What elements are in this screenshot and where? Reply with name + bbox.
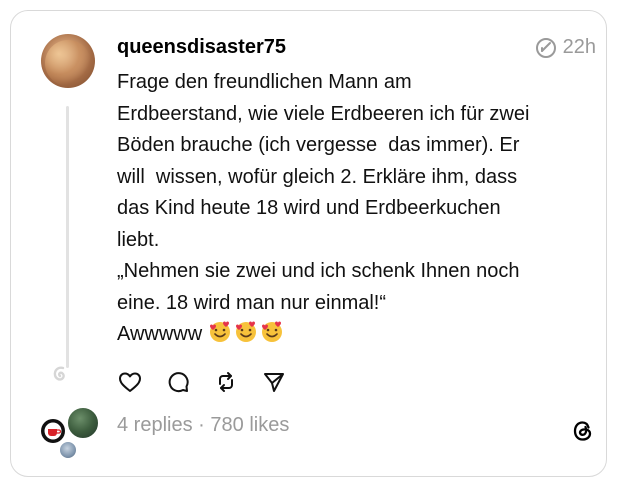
post-stats: 4 replies · 780 likes bbox=[117, 414, 289, 437]
post-line: Erdbeerstand, wie viele Erdbeeren ich fü… bbox=[117, 102, 530, 125]
action-bar bbox=[117, 369, 287, 395]
replier-avatar bbox=[58, 440, 78, 460]
replier-avatar bbox=[66, 406, 100, 440]
thread-line bbox=[66, 106, 69, 368]
post-line: „Nehmen sie zwei und ich schenk Ihnen no… bbox=[117, 260, 520, 282]
comment-icon bbox=[168, 372, 189, 393]
smiling-face-with-hearts-icon bbox=[209, 321, 230, 342]
smiling-face-with-hearts-icon bbox=[261, 321, 282, 342]
author-username[interactable]: queensdisaster75 bbox=[117, 36, 286, 59]
share-button[interactable] bbox=[261, 369, 287, 395]
post-meta: 22h bbox=[535, 36, 596, 59]
author-avatar[interactable] bbox=[41, 34, 95, 88]
repost-button[interactable] bbox=[213, 369, 239, 395]
post-line: liebt. bbox=[117, 228, 160, 251]
post-line: will wissen, wofür gleich 2. Erkläre ihm… bbox=[117, 165, 518, 188]
share-icon bbox=[264, 373, 284, 392]
smiling-face-with-hearts-icon bbox=[235, 321, 256, 342]
reply-button[interactable] bbox=[165, 369, 191, 395]
heart-icon bbox=[119, 372, 141, 392]
post-time: 22h bbox=[562, 36, 596, 58]
post-line: Böden brauche (ich vergesse das immer). … bbox=[117, 134, 520, 156]
post-line: Awwwww bbox=[117, 323, 203, 345]
post-body: Frage den freundlichen Mann am Erdbeerst… bbox=[117, 67, 587, 351]
stats-separator: · bbox=[192, 414, 211, 436]
post-line: das Kind heute 18 wird und Erdbeerkuchen bbox=[117, 197, 501, 219]
post-line: Frage den freundlichen Mann am bbox=[117, 71, 412, 93]
thread-loop-icon bbox=[53, 366, 65, 381]
post-line: eine. 18 wird man nur einmal!“ bbox=[117, 291, 387, 314]
reply-count[interactable]: 4 replies bbox=[117, 414, 193, 436]
edited-clock-icon bbox=[535, 37, 556, 58]
replier-avatars[interactable] bbox=[38, 406, 102, 462]
repost-icon bbox=[219, 372, 233, 392]
like-button[interactable] bbox=[117, 369, 143, 395]
like-count[interactable]: 780 likes bbox=[210, 414, 289, 436]
threads-logo-icon[interactable] bbox=[570, 418, 596, 444]
